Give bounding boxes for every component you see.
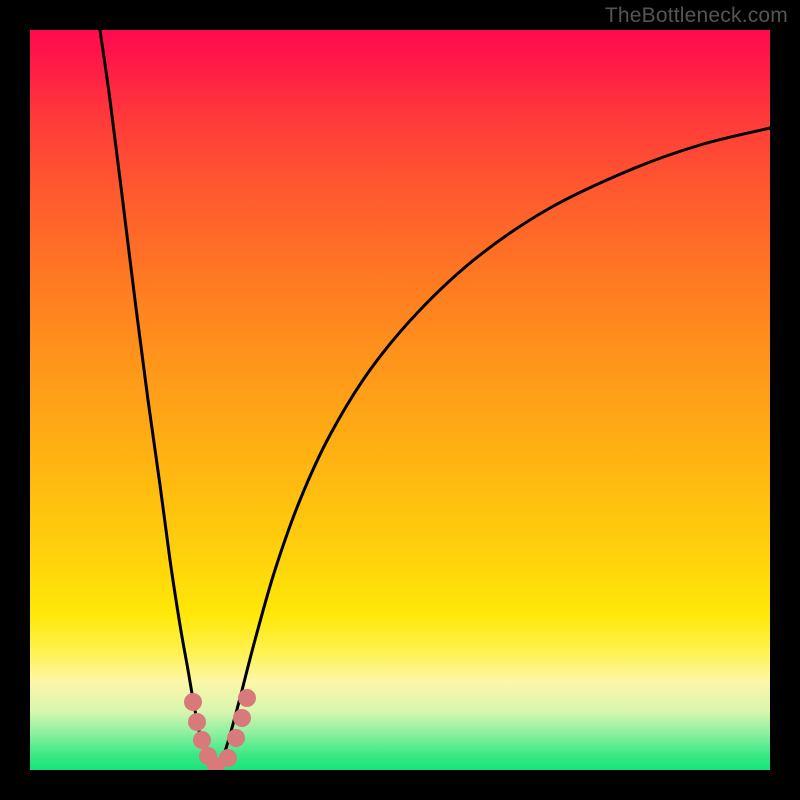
marker-dot bbox=[184, 693, 202, 711]
marker-dot bbox=[188, 713, 206, 731]
minimum-markers bbox=[184, 689, 256, 770]
marker-dot bbox=[219, 749, 237, 767]
marker-dot bbox=[233, 709, 251, 727]
curve-left-branch bbox=[100, 30, 216, 770]
watermark-text: TheBottleneck.com bbox=[605, 4, 788, 28]
marker-dot bbox=[227, 729, 245, 747]
plot-area bbox=[30, 30, 770, 770]
marker-dot bbox=[193, 731, 211, 749]
plot-svg bbox=[30, 30, 770, 770]
curve-right-branch bbox=[216, 128, 770, 770]
chart-frame: TheBottleneck.com bbox=[0, 0, 800, 800]
marker-dot bbox=[238, 689, 256, 707]
